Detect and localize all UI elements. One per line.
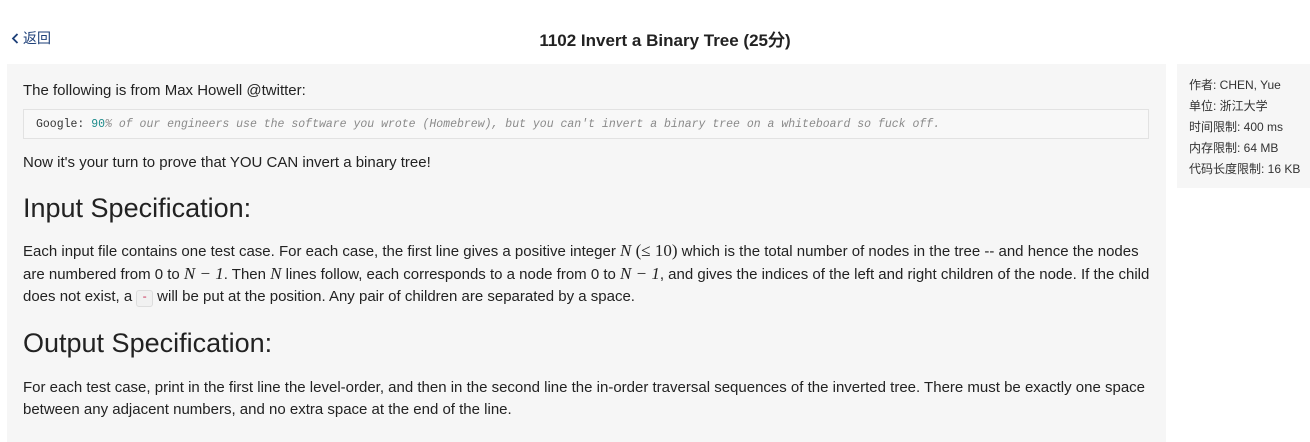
time-limit-info: 时间限制: 400 ms xyxy=(1189,120,1284,134)
unit-info: 单位: 浙江大学 xyxy=(1189,99,1268,113)
math-n-minus-1-2: N − 1 xyxy=(620,264,660,283)
input-text-1: Each input file contains one test case. … xyxy=(23,243,620,260)
input-spec-heading: Input Specification: xyxy=(23,193,252,223)
inline-code-dash: - xyxy=(136,290,154,307)
intro-text: The following is from Max Howell @twitte… xyxy=(23,82,306,99)
problem-content: The following is from Max Howell @twitte… xyxy=(7,64,1166,442)
page-title: 1102 Invert a Binary Tree (25分) xyxy=(539,31,791,50)
input-spec-text: Each input file contains one test case. … xyxy=(23,240,1150,308)
problem-info-panel: 作者: CHEN, Yue 单位: 浙江大学 时间限制: 400 ms 内存限制… xyxy=(1177,64,1310,188)
quote-prefix: Google: xyxy=(36,118,92,131)
memory-limit-info: 内存限制: 64 MB xyxy=(1189,141,1279,155)
output-spec-heading: Output Specification: xyxy=(23,328,273,358)
challenge-text: Now it's your turn to prove that YOU CAN… xyxy=(23,154,431,171)
quote-number: 90 xyxy=(91,118,106,131)
quote-rest: % of our engineers use the software you … xyxy=(105,118,941,131)
output-spec-text: For each test case, print in the first l… xyxy=(23,379,1146,418)
input-text-4: lines follow, each corresponds to a node… xyxy=(281,266,621,283)
math-n-minus-1: N − 1 xyxy=(183,264,224,283)
math-n: N (≤ 10) xyxy=(620,241,678,260)
math-n-2: N xyxy=(270,264,282,283)
top-bar: 返回 1102 Invert a Binary Tree (25分) xyxy=(0,0,1310,64)
code-limit-info: 代码长度限制: 16 KB xyxy=(1189,162,1301,176)
quote-code-block: Google: 90% of our engineers use the sof… xyxy=(23,109,1149,139)
input-text-6: will be put at the position. Any pair of… xyxy=(153,288,635,305)
input-text-3: . Then xyxy=(223,266,271,283)
author-info: 作者: CHEN, Yue xyxy=(1189,78,1281,92)
